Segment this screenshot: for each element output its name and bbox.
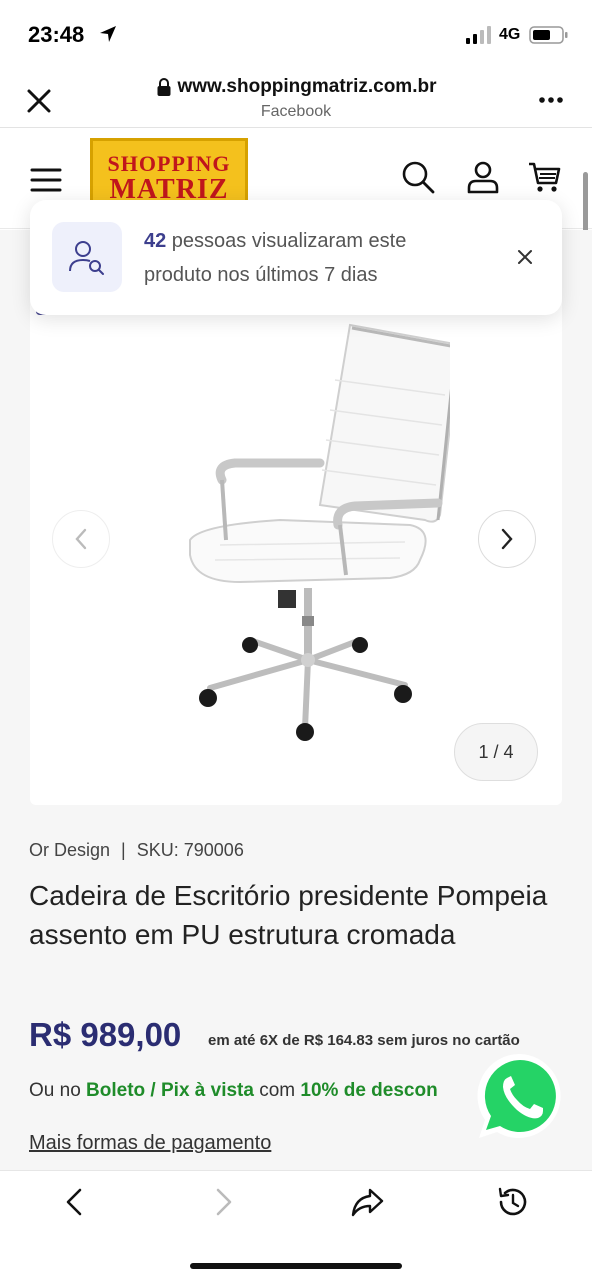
product-image[interactable] (160, 320, 450, 760)
home-indicator[interactable] (190, 1263, 402, 1269)
signal-icon (466, 26, 491, 44)
browser-bar: www.shoppingmatriz.com.br Facebook (0, 70, 592, 128)
url-source: Facebook (260, 103, 332, 120)
views-notification-popup: 42 pessoas visualizaram este produto nos… (30, 200, 562, 315)
brand-sku-line: Or Design | SKU: 790006 (29, 840, 244, 861)
image-counter: 1 / 4 (454, 723, 538, 781)
user-search-icon (69, 241, 104, 275)
back-icon[interactable] (58, 1185, 92, 1219)
search-icon[interactable] (400, 159, 436, 195)
boleto-mid: com (253, 1080, 301, 1101)
more-payment-link[interactable]: Mais formas de pagamento (29, 1132, 271, 1155)
user-icon[interactable] (465, 159, 501, 195)
cart-icon[interactable] (527, 159, 563, 195)
product-price: R$ 989,00 (29, 1016, 182, 1053)
lock-icon (157, 78, 170, 96)
network-type: 4G (499, 26, 521, 43)
status-bar: 23:48 4G (0, 0, 592, 70)
product-title: Cadeira de Escritório presidente Pompeia… (29, 880, 548, 950)
menu-icon[interactable] (30, 167, 62, 193)
whatsapp-icon[interactable] (473, 1050, 567, 1144)
brand-separator: | (121, 840, 126, 860)
popup-view-count: 42 (144, 230, 167, 252)
next-image-button[interactable] (478, 510, 536, 568)
forward-icon[interactable] (206, 1185, 240, 1219)
product-image-card: 1 / 4 (30, 295, 562, 805)
share-icon[interactable] (350, 1185, 384, 1219)
boleto-discount: 10% de descon (300, 1080, 438, 1101)
history-icon[interactable] (496, 1185, 530, 1219)
boleto-prefix: Ou no (29, 1080, 87, 1101)
url-text: www.shoppingmatriz.com.br (177, 76, 437, 97)
sku: SKU: 790006 (136, 840, 244, 860)
location-arrow-icon (100, 26, 116, 42)
more-options-icon[interactable] (538, 96, 564, 104)
installments-text: em até 6X de R$ 164.83 sem juros no cart… (208, 1032, 520, 1049)
popup-message: 42 pessoas visualizaram este produto nos… (144, 224, 464, 292)
url-area[interactable]: www.shoppingmatriz.com.br Facebook (0, 76, 592, 121)
boleto-pix-line: Ou no Boleto / Pix à vista com 10% de de… (29, 1080, 489, 1102)
chevron-left-icon (75, 528, 87, 550)
previous-image-button[interactable] (52, 510, 110, 568)
popup-close-icon[interactable] (516, 248, 534, 266)
browser-bottom-toolbar (0, 1170, 592, 1280)
boleto-method: Boleto / Pix à vista (86, 1080, 254, 1101)
battery-icon (529, 26, 568, 44)
chevron-right-icon (501, 528, 513, 550)
popup-message-text: pessoas visualizaram este produto nos úl… (144, 230, 407, 286)
brand-name[interactable]: Or Design (29, 840, 110, 860)
popup-icon-box (52, 222, 122, 292)
status-time: 23:48 (28, 22, 85, 47)
